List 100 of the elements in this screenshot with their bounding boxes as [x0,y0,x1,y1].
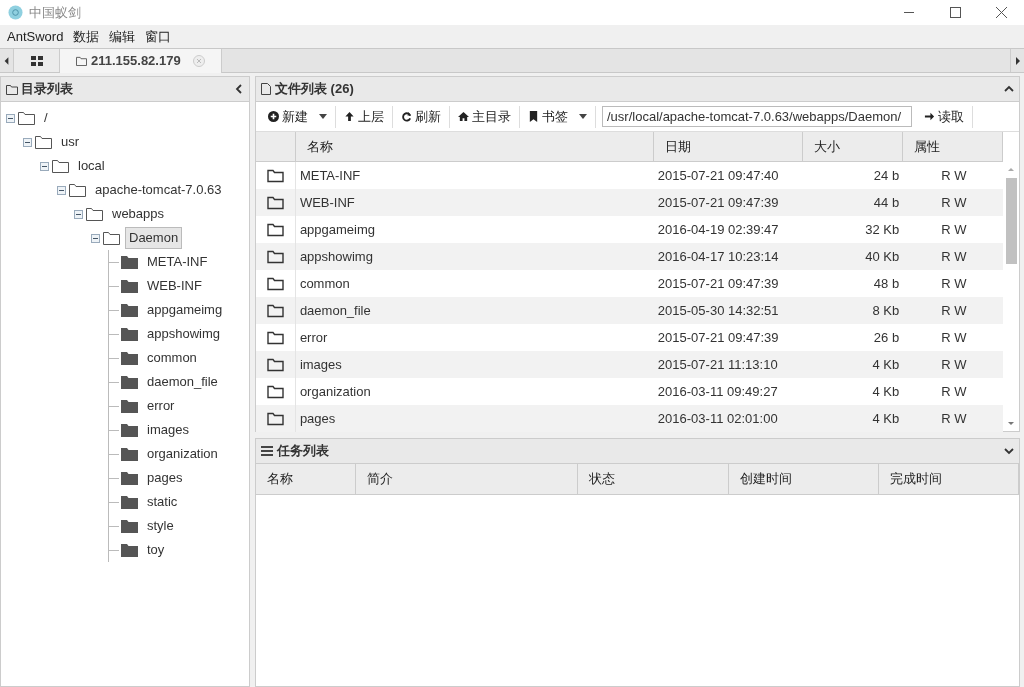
tree-item[interactable]: local [74,155,109,177]
collapse-toggle-icon[interactable] [57,185,66,195]
column-header[interactable]: 名称 [306,136,333,157]
folder-icon [266,195,284,210]
tree-item[interactable]: static [143,491,182,513]
app-logo-icon [8,5,23,20]
tree-item[interactable]: images [143,419,193,441]
column-header[interactable]: 大小 [814,136,841,157]
list-icon [261,446,273,456]
collapse-toggle-icon[interactable] [91,233,100,243]
grid-tab[interactable] [14,49,60,72]
folder-icon [266,222,284,237]
path-field[interactable]: /usr/local/apache-tomcat-7.0.63/webapps/Daemon/ [602,106,912,127]
tree-item[interactable]: WEB-INF [143,275,206,297]
tree-item[interactable]: META-INF [143,251,212,273]
column-header[interactable]: 名称 [267,469,293,489]
folder-icon [35,135,52,149]
caret-icon [579,114,587,119]
menu-item[interactable]: 编辑 [104,26,141,47]
collapse-toggle-icon[interactable] [23,137,32,147]
folder-icon [266,168,284,183]
folder-icon [121,519,138,533]
dropdown-button[interactable]: 新建 [260,105,336,128]
tree-item[interactable]: apache-tomcat-7.0.63 [91,179,226,201]
folder-icon [103,231,120,245]
caret-icon [319,114,327,119]
panel-title: 目录列表 [21,80,73,99]
folder-icon [69,183,86,197]
file-row[interactable]: pages 2016-03-11 02:01:00 4 Kb R W [256,405,1003,432]
folder-icon [266,357,284,372]
grid-icon [30,55,43,66]
toolbar-button[interactable]: 刷新 [393,105,450,128]
expand-icon[interactable] [1004,446,1014,456]
folder-icon [121,423,138,437]
folder-icon [121,471,138,485]
file-row[interactable]: images 2015-07-21 11:13:10 4 Kb R W [256,351,1003,378]
folder-icon [121,279,138,293]
toolbar-button[interactable]: 上层 [336,105,393,128]
collapse-toggle-icon[interactable] [40,161,49,171]
folder-icon [121,399,138,413]
tree-item[interactable]: usr [57,131,84,153]
panel-title: 任务列表 [277,442,329,461]
file-row[interactable]: daemon_file 2015-05-30 14:32:51 8 Kb R W [256,297,1003,324]
folder-icon [121,375,138,389]
folder-icon [18,111,35,125]
tree-item[interactable]: organization [143,443,222,465]
folder-icon [121,255,138,269]
tree-item[interactable]: daemon_file [143,371,222,393]
collapse-icon[interactable] [1004,84,1014,94]
folder-icon [121,327,138,341]
bookmark-icon [528,111,539,122]
scrollbar-thumb[interactable] [1005,178,1017,264]
folder-icon [121,495,138,509]
plus-icon [268,111,279,122]
toolbar-button[interactable]: 读取 [916,105,973,128]
folder-icon [266,303,284,318]
folder-icon [266,384,284,399]
folder-icon [266,330,284,345]
menu-item[interactable]: AntSword [2,26,69,47]
folder-icon [121,543,138,557]
tree-item[interactable]: appshowimg [143,323,224,345]
window-title: 中国蚁剑 [29,3,81,22]
tree-item[interactable]: / [40,107,52,129]
right-arrow-icon [924,111,935,122]
host-tab[interactable]: 211.155.82.179 [60,49,222,73]
column-header[interactable]: 状态 [588,469,615,489]
menu-item[interactable]: 数据 [68,26,105,47]
folder-icon [6,83,18,95]
tree-item[interactable]: toy [143,539,169,561]
tree-item[interactable]: Daemon [125,227,183,249]
column-header[interactable]: 创建时间 [740,469,793,489]
folder-icon [76,56,87,66]
folder-icon [266,276,284,291]
collapse-toggle-icon[interactable] [6,113,15,123]
folder-icon [121,351,138,365]
column-header[interactable]: 属性 [914,136,941,157]
folder-icon [266,249,284,264]
tree-item[interactable]: webapps [108,203,169,225]
toolbar-button[interactable]: 主目录 [450,105,520,128]
folder-icon [86,207,103,221]
panel-title: 文件列表 (26) [275,80,354,99]
tree-item[interactable]: style [143,515,178,537]
up-arrow-icon [344,111,355,122]
tree-item[interactable]: pages [143,467,187,489]
collapse-toggle-icon[interactable] [74,209,83,219]
column-header[interactable]: 日期 [664,136,691,157]
menu-item[interactable]: 窗口 [140,26,177,47]
file-row[interactable]: appshowimg 2016-04-17 10:23:14 40 Kb R W [256,243,1003,270]
tree-item[interactable]: appgameimg [143,299,227,321]
column-header[interactable]: 简介 [366,469,393,489]
folder-icon [121,303,138,317]
tree-item[interactable]: common [143,347,201,369]
column-header[interactable]: 完成时间 [890,469,943,489]
tree-item[interactable]: error [143,395,179,417]
file-row[interactable]: WEB-INF 2015-07-21 09:47:39 44 b R W [256,189,1003,216]
folder-icon [266,411,284,426]
document-icon [261,83,271,95]
collapse-icon[interactable] [234,84,244,94]
folder-icon [121,447,138,461]
dropdown-button[interactable]: 书签 [520,105,596,128]
